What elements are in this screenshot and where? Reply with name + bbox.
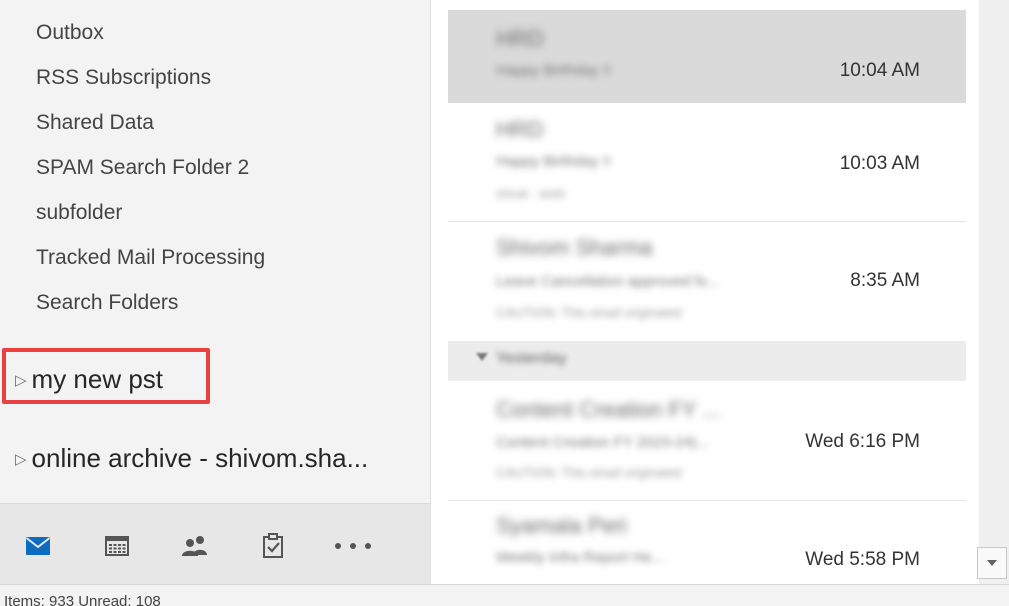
- message-preview: CAUTION: This email originated: [496, 465, 682, 480]
- highlight-box: [2, 348, 210, 404]
- message-time: 10:04 AM: [839, 60, 920, 81]
- message-time: Wed 5:58 PM: [805, 549, 920, 570]
- mail-icon[interactable]: [18, 526, 58, 566]
- folder-spam-search-folder-2[interactable]: SPAM Search Folder 2: [36, 156, 249, 180]
- folder-pane: Outbox RSS Subscriptions Shared Data SPA…: [0, 0, 431, 585]
- vertical-scrollbar[interactable]: [979, 0, 1009, 584]
- folder-rss-subscriptions[interactable]: RSS Subscriptions: [36, 66, 211, 90]
- message-subject: Happy Birthday !!: [496, 62, 612, 79]
- list-item[interactable]: HRD Happy Birthday !! 10:04 AM: [448, 10, 966, 103]
- calendar-icon[interactable]: [97, 526, 137, 566]
- status-text: Items: 933 Unread: 108: [4, 593, 161, 606]
- message-time: Wed 6:16 PM: [805, 431, 920, 452]
- collapse-arrow-icon[interactable]: [476, 353, 488, 361]
- message-preview: shruti · wish: [496, 186, 566, 201]
- status-bar: Items: 933 Unread: 108: [0, 584, 1009, 606]
- folder-outbox[interactable]: Outbox: [36, 21, 104, 45]
- message-time: 10:03 AM: [839, 153, 920, 174]
- people-icon[interactable]: [175, 526, 215, 566]
- navigation-bar: [0, 503, 430, 585]
- tasks-icon[interactable]: [253, 526, 293, 566]
- store-online-archive[interactable]: ▷ online archive - shivom.sha...: [15, 443, 368, 474]
- message-sender: HRD: [496, 117, 544, 142]
- folder-subfolder[interactable]: subfolder: [36, 201, 122, 225]
- message-sender: Syamala Peri: [496, 513, 627, 538]
- more-icon[interactable]: [333, 526, 373, 566]
- scroll-down-button[interactable]: [977, 547, 1007, 579]
- message-time: 8:35 AM: [850, 270, 920, 291]
- list-item[interactable]: Shivom Sharma Leave Cancellation approve…: [448, 222, 966, 340]
- store-label: online archive - shivom.sha...: [31, 443, 369, 473]
- list-item[interactable]: Syamala Peri Weekly Infra Report He... W…: [448, 501, 966, 584]
- message-subject: Leave Cancellation approved fo...: [496, 273, 720, 290]
- message-subject: Weekly Infra Report He...: [496, 549, 665, 566]
- list-item[interactable]: Content Creation FY ... Content Creation…: [448, 381, 966, 500]
- message-sender: Content Creation FY ...: [496, 397, 721, 422]
- list-item[interactable]: HRD Happy Birthday !! shruti · wish 10:0…: [448, 103, 966, 221]
- message-sender: HRD: [496, 26, 544, 51]
- chevron-down-icon: [987, 560, 997, 566]
- folder-search-folders[interactable]: Search Folders: [36, 291, 178, 315]
- expand-triangle-icon[interactable]: ▷: [15, 450, 27, 468]
- message-subject: Content Creation FY 2023-24)...: [496, 434, 710, 451]
- folder-shared-data[interactable]: Shared Data: [36, 111, 154, 135]
- message-sender: Shivom Sharma: [496, 235, 653, 260]
- message-preview: CAUTION: This email originated: [496, 305, 682, 320]
- group-header[interactable]: Yesterday: [448, 341, 966, 381]
- group-header-label: Yesterday: [496, 350, 567, 367]
- message-subject: Happy Birthday !!: [496, 153, 612, 170]
- folder-tracked-mail-processing[interactable]: Tracked Mail Processing: [36, 246, 265, 270]
- message-list: HRD Happy Birthday !! 10:04 AM HRD Happy…: [431, 0, 979, 584]
